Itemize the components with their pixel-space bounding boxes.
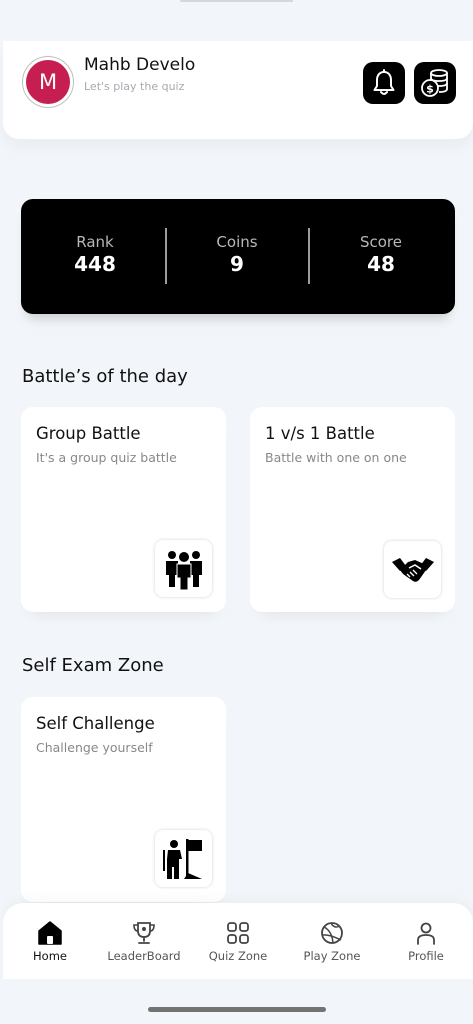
group-battle-title: Group Battle [36, 424, 141, 443]
goal-flag-icon [162, 838, 202, 879]
user-name: Mahb Develo [84, 55, 196, 75]
stat-coins: Coins 9 [167, 233, 307, 276]
stat-coins-label: Coins [216, 233, 258, 251]
nav-profile[interactable]: Profile [379, 920, 473, 963]
grid-icon [227, 922, 249, 944]
home-indicator[interactable] [148, 1007, 326, 1012]
svg-text:$: $ [426, 83, 434, 96]
self-challenge-subtitle: Challenge yourself [36, 740, 153, 755]
self-challenge-card[interactable]: Self Challenge Challenge yourself [21, 697, 226, 902]
nav-quiz-zone[interactable]: Quiz Zone [191, 920, 285, 963]
bell-icon [373, 69, 395, 95]
stats-panel: Rank 448 Coins 9 Score 48 [21, 199, 455, 314]
stat-divider [308, 228, 310, 284]
nav-quiz-zone-label: Quiz Zone [208, 949, 268, 963]
stat-coins-value: 9 [230, 252, 244, 276]
nav-play-zone-label: Play Zone [303, 949, 361, 963]
self-exam-section-title: Self Exam Zone [22, 655, 164, 676]
person-icon [417, 922, 435, 945]
group-battle-subtitle: It's a group quiz battle [36, 450, 177, 465]
stat-score-label: Score [359, 233, 402, 251]
profile-header: M Mahb Develo Let's play the quiz $ [3, 41, 473, 139]
one-vs-one-title: 1 v/s 1 Battle [265, 424, 375, 443]
bottom-navigation: Home LeaderBoard Quiz Zone Play Zone Pro… [3, 903, 473, 979]
coins-button[interactable]: $ [414, 62, 456, 104]
nav-leaderboard[interactable]: LeaderBoard [97, 920, 191, 963]
nav-profile-label: Profile [408, 949, 444, 963]
ball-icon [321, 922, 343, 944]
stat-score-value: 48 [367, 252, 395, 276]
one-vs-one-battle-card[interactable]: 1 v/s 1 Battle Battle with one on one [250, 407, 455, 612]
top-drag-handle [180, 0, 293, 2]
coins-icon: $ [421, 69, 448, 97]
self-challenge-icon-box [155, 830, 212, 887]
notifications-button[interactable] [363, 62, 405, 104]
self-challenge-title: Self Challenge [36, 714, 155, 733]
group-battle-card[interactable]: Group Battle It's a group quiz battle [21, 407, 226, 612]
trophy-icon [133, 922, 155, 944]
home-icon [38, 921, 62, 945]
stat-rank: Rank 448 [25, 233, 165, 276]
handshake-icon [391, 557, 434, 582]
nav-home[interactable]: Home [3, 920, 97, 963]
user-tagline: Let's play the quiz [84, 80, 185, 93]
nav-play-zone[interactable]: Play Zone [285, 920, 379, 963]
avatar[interactable]: M [22, 56, 74, 108]
nav-home-label: Home [33, 949, 67, 963]
group-people-icon [165, 550, 202, 590]
stat-rank-label: Rank [76, 233, 114, 251]
one-vs-one-subtitle: Battle with one on one [265, 450, 407, 465]
avatar-letter: M [26, 60, 70, 104]
group-battle-icon-box [155, 540, 212, 597]
stat-rank-value: 448 [74, 252, 116, 276]
one-vs-one-icon-box [384, 541, 441, 598]
battles-section-title: Battle’s of the day [22, 366, 188, 387]
nav-leaderboard-label: LeaderBoard [107, 949, 181, 963]
stat-score: Score 48 [311, 233, 451, 276]
